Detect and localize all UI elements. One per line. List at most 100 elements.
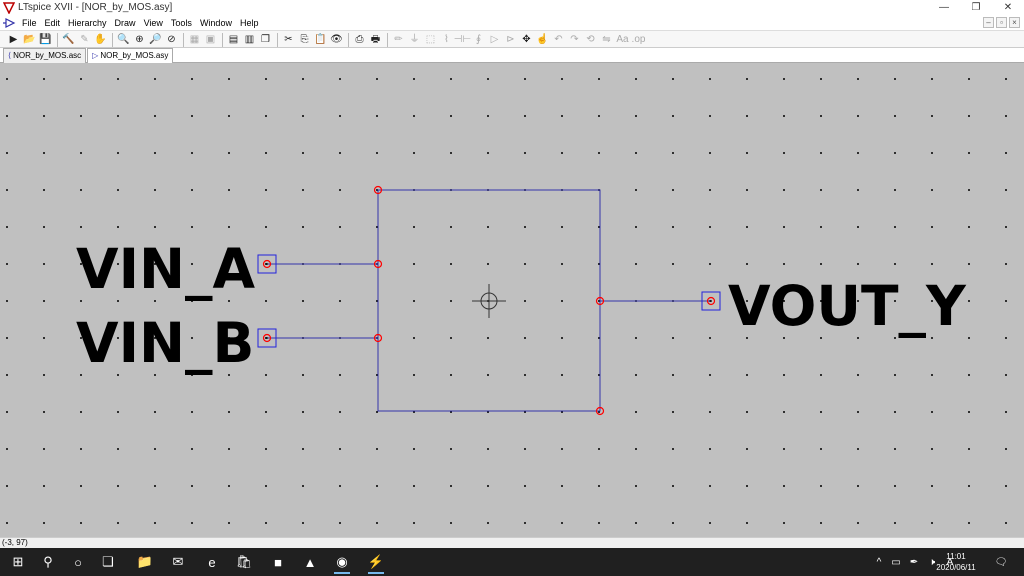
run-icon[interactable]: ▶ — [6, 33, 21, 48]
grid-dot — [6, 189, 8, 191]
grid-dot — [43, 485, 45, 487]
component-icon[interactable]: ⊳ — [503, 33, 518, 48]
close-button[interactable]: ✕ — [992, 0, 1024, 16]
capacitor-icon[interactable]: ⊣⊢ — [454, 33, 471, 48]
maximize-button[interactable]: ❐ — [960, 0, 992, 16]
minimize-button[interactable]: — — [928, 0, 960, 16]
diode-icon[interactable]: ▷ — [487, 33, 502, 48]
doc-restore-button[interactable]: ▫ — [996, 17, 1007, 28]
pan-icon[interactable]: ⊕ — [132, 33, 147, 48]
grid-dot — [228, 448, 230, 450]
symbol-editor-canvas[interactable]: VIN_A VIN_B VOUT_Y — [0, 63, 1024, 537]
taskbar-clock[interactable]: 11:01 2020/06/11 — [928, 551, 984, 573]
halt-icon[interactable]: ✋ — [93, 33, 108, 48]
open-folder-icon[interactable]: 📂 — [22, 33, 37, 48]
cascade-icon[interactable]: ❐ — [258, 33, 273, 48]
menu-window[interactable]: Window — [196, 16, 236, 30]
move-icon[interactable]: ✥ — [519, 33, 534, 48]
tab-nor-by-mos-asy[interactable]: ▷ NOR_by_MOS.asy — [87, 48, 174, 63]
zoom-full-icon[interactable]: ▣ — [203, 33, 218, 48]
rotate-icon[interactable]: ⟲ — [583, 33, 598, 48]
chrome-icon[interactable]: ◉ — [330, 550, 354, 574]
grid-dot — [413, 263, 415, 265]
undo-icon[interactable]: ↶ — [551, 33, 566, 48]
store-icon[interactable]: 🛍 — [232, 550, 256, 574]
tray-overflow-chevron-icon[interactable]: ^ — [872, 548, 886, 576]
redo-icon[interactable]: ↷ — [567, 33, 582, 48]
ground-icon[interactable]: ⏚ — [407, 33, 422, 48]
grid-dot — [80, 226, 82, 228]
grid-dot — [1005, 337, 1007, 339]
text-icon[interactable]: Aa — [615, 33, 630, 48]
print-icon[interactable]: ⎙ — [352, 33, 367, 48]
cortana-icon[interactable]: ○ — [66, 550, 90, 574]
cursor-coordinates: (-3, 97) — [2, 538, 28, 547]
tab-label: NOR_by_MOS.asy — [100, 51, 169, 60]
file-explorer-icon[interactable]: 📁 — [133, 550, 157, 574]
grid-dot — [857, 448, 859, 450]
find-icon[interactable]: 👁 — [329, 33, 344, 48]
menu-view[interactable]: View — [140, 16, 167, 30]
grid-dot — [968, 522, 970, 524]
mirror-icon[interactable]: ⇋ — [599, 33, 614, 48]
grid-dot — [561, 448, 563, 450]
grid-dot — [376, 448, 378, 450]
grid-dot — [154, 189, 156, 191]
control-panel-icon[interactable]: 🔨 — [61, 33, 76, 48]
task-view-icon[interactable]: ❏ — [96, 550, 120, 574]
copy-icon[interactable]: ⎘ — [297, 33, 312, 48]
label-net-icon[interactable]: ⬚ — [423, 33, 438, 48]
menu-hierarchy[interactable]: Hierarchy — [64, 16, 111, 30]
app-red-icon[interactable]: ■ — [266, 550, 290, 574]
zoom-in-icon[interactable]: 🔍 — [116, 33, 131, 48]
spice-directive-icon[interactable]: .op — [631, 33, 646, 48]
probe-icon[interactable]: ✎ — [77, 33, 92, 48]
windows-start-icon[interactable]: ⊞ — [6, 550, 30, 574]
pin-label-vin-b[interactable]: VIN_B — [76, 311, 254, 375]
grid-dot — [746, 78, 748, 80]
grid-dot — [154, 152, 156, 154]
autorange-icon[interactable]: ▦ — [187, 33, 202, 48]
window-title: LTspice XVII - [NOR_by_MOS.asy] — [18, 2, 173, 13]
paste-icon[interactable]: 📋 — [313, 33, 328, 48]
symbol-document-icon[interactable] — [2, 18, 16, 28]
cut-icon[interactable]: ✂ — [281, 33, 296, 48]
grid-dot — [968, 411, 970, 413]
grid-dot — [635, 374, 637, 376]
toolbar-separator — [57, 33, 58, 47]
menu-help[interactable]: Help — [236, 16, 263, 30]
pin-label-vin-a[interactable]: VIN_A — [76, 237, 256, 301]
pen-icon[interactable]: ✒ — [906, 548, 922, 576]
zoom-out-icon[interactable]: 🔎 — [148, 33, 163, 48]
ltspice-icon[interactable]: ⚡ — [364, 550, 388, 574]
menu-draw[interactable]: Draw — [111, 16, 140, 30]
save-icon[interactable]: 💾 — [38, 33, 53, 48]
search-icon[interactable]: ⚲ — [36, 550, 60, 574]
tile-horizontal-icon[interactable]: ▤ — [226, 33, 241, 48]
resistor-icon[interactable]: ⌇ — [439, 33, 454, 48]
mail-icon[interactable]: ✉ — [166, 550, 190, 574]
doc-minimize-button[interactable]: – — [983, 17, 994, 28]
symbol-drawing[interactable]: VIN_A VIN_B VOUT_Y — [0, 63, 1024, 537]
grid-dot — [746, 448, 748, 450]
tab-nor-by-mos-asc[interactable]: ⟨ NOR_by_MOS.asc — [3, 48, 87, 63]
pin-label-vout-y[interactable]: VOUT_Y — [728, 274, 967, 338]
vlc-icon[interactable]: ▲ — [298, 550, 322, 574]
menu-edit[interactable]: Edit — [41, 16, 65, 30]
zoom-cancel-icon[interactable]: ⊘ — [164, 33, 179, 48]
inductor-icon[interactable]: ∮ — [471, 33, 486, 48]
grid-dot — [43, 337, 45, 339]
grid-dot — [672, 522, 674, 524]
edge-icon[interactable]: e — [200, 550, 224, 574]
print-setup-icon[interactable]: 🖶 — [368, 33, 383, 48]
grid-dot — [265, 485, 267, 487]
wire-icon[interactable]: ✏ — [391, 33, 406, 48]
battery-icon[interactable]: ▭ — [888, 548, 904, 576]
notifications-icon[interactable]: 🗨 — [990, 548, 1012, 576]
doc-close-button[interactable]: × — [1009, 17, 1020, 28]
menu-tools[interactable]: Tools — [167, 16, 196, 30]
drag-icon[interactable]: ☝ — [535, 33, 550, 48]
menu-file[interactable]: File — [18, 16, 41, 30]
tile-vertical-icon[interactable]: ▥ — [242, 33, 257, 48]
grid-dot — [783, 226, 785, 228]
